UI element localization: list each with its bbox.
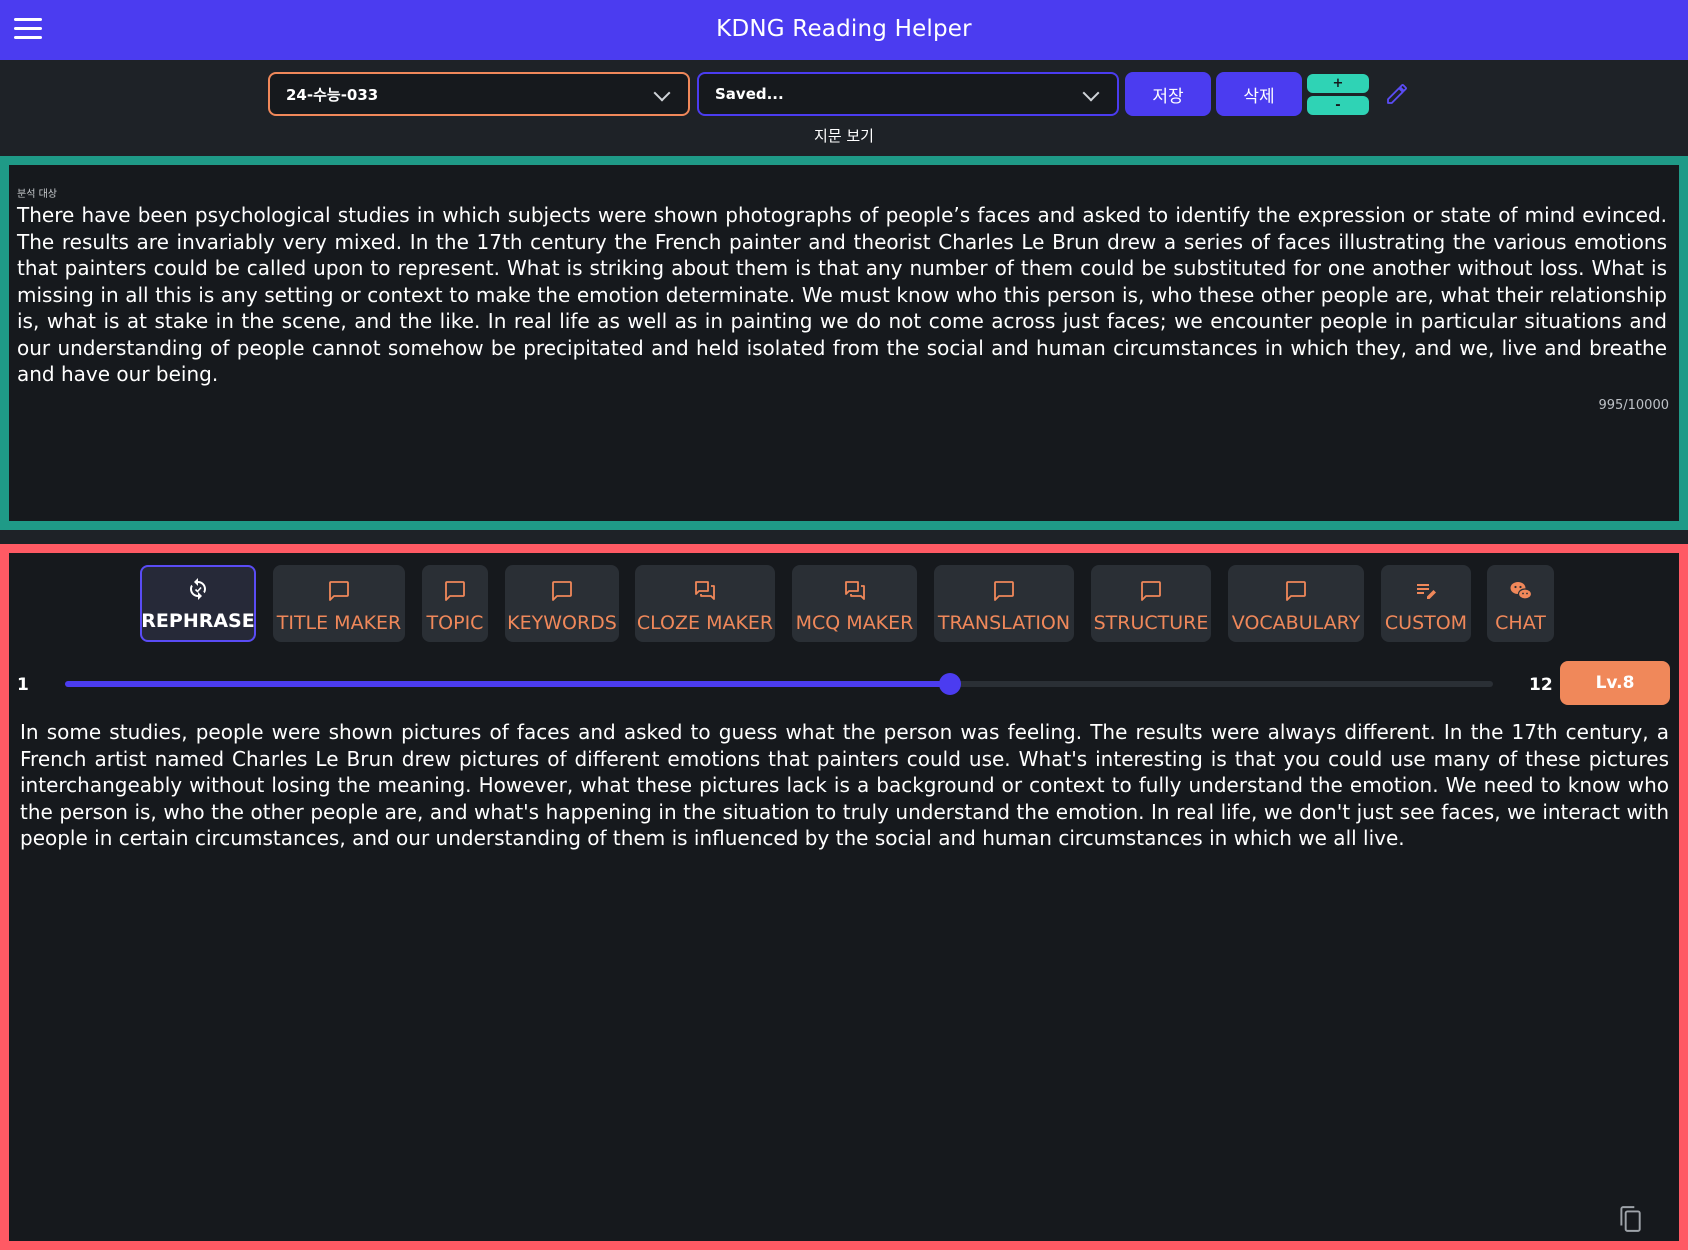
tab-keywords[interactable]: KEYWORDS: [505, 565, 619, 642]
tool-tabs: REPHRASE TITLE MAKER TOPIC KEYWORDS CLOZ…: [9, 553, 1679, 643]
tab-translation[interactable]: TRANSLATION: [934, 565, 1074, 642]
chat-bubble-icon: [1286, 581, 1306, 601]
save-button[interactable]: 저장: [1125, 72, 1211, 116]
level-slider[interactable]: [65, 673, 1493, 695]
forum-icon: [844, 581, 865, 600]
divider: [0, 530, 1688, 544]
tab-label: VOCABULARY: [1231, 612, 1361, 634]
level-badge: Lv.8: [1560, 661, 1670, 705]
tab-cloze-maker[interactable]: CLOZE MAKER: [635, 565, 775, 642]
tab-rephrase[interactable]: REPHRASE: [140, 565, 256, 642]
tab-label: CHAT: [1495, 612, 1546, 634]
passage-select-value: 24-수능-033: [286, 85, 379, 104]
tab-label: TITLE MAKER: [276, 612, 402, 634]
increase-button[interactable]: +: [1307, 74, 1369, 93]
chat-bubble-icon: [329, 581, 349, 601]
forum-icon: [695, 581, 715, 600]
char-count: 995/10000: [1598, 398, 1669, 413]
decrease-button[interactable]: -: [1307, 96, 1369, 115]
tab-label: CLOZE MAKER: [636, 612, 774, 634]
source-label: 분석 대상: [17, 189, 57, 200]
tab-label: STRUCTURE: [1093, 612, 1209, 634]
tab-structure[interactable]: STRUCTURE: [1091, 565, 1211, 642]
output-panel: REPHRASE TITLE MAKER TOPIC KEYWORDS CLOZ…: [0, 544, 1688, 1250]
source-textarea[interactable]: There have been psychological studies in…: [17, 202, 1667, 388]
tab-topic[interactable]: TOPIC: [422, 565, 488, 642]
edit-note-icon: [1417, 584, 1436, 599]
level-slider-thumb[interactable]: [939, 673, 962, 695]
delete-button[interactable]: 삭제: [1216, 72, 1302, 116]
tab-label: TRANSLATION: [937, 612, 1071, 634]
app-title: KDNG Reading Helper: [716, 16, 972, 42]
tab-label: KEYWORDS: [507, 612, 617, 634]
rephrase-sync-icon: [190, 578, 206, 600]
chat-bubble-icon: [1141, 581, 1161, 601]
saved-select-value: Saved...: [715, 85, 784, 103]
chat-bubble-icon: [445, 581, 465, 601]
wechat-icon: [1510, 582, 1532, 600]
tab-custom[interactable]: CUSTOM: [1381, 565, 1471, 642]
saved-select[interactable]: Saved...: [697, 72, 1119, 116]
pencil-icon[interactable]: [1385, 82, 1409, 106]
chevron-down-icon: [653, 84, 671, 102]
slider-min-label: 1: [17, 675, 29, 695]
app-bar: KDNG Reading Helper: [0, 0, 1688, 60]
tab-title-maker[interactable]: TITLE MAKER: [273, 565, 405, 642]
tab-label: REPHRASE: [141, 610, 255, 632]
copy-icon[interactable]: [1617, 1205, 1643, 1233]
view-passage-label[interactable]: 지문 보기: [0, 125, 1688, 146]
tab-label: TOPIC: [426, 612, 484, 634]
tab-chat[interactable]: CHAT: [1487, 565, 1554, 642]
slider-max-label: 12: [1529, 675, 1553, 695]
chat-bubble-icon: [994, 581, 1014, 601]
tab-label: CUSTOM: [1384, 612, 1468, 634]
chevron-down-icon: [1082, 84, 1100, 102]
output-text: In some studies, people were shown pictu…: [20, 720, 1669, 850]
passage-select[interactable]: 24-수능-033: [268, 72, 690, 116]
source-panel: 분석 대상 There have been psychological stud…: [0, 156, 1688, 530]
tab-mcq-maker[interactable]: MCQ MAKER: [792, 565, 917, 642]
tab-label: MCQ MAKER: [795, 612, 914, 634]
level-slider-fill: [65, 681, 951, 687]
chat-bubble-icon: [552, 581, 572, 601]
tab-vocabulary[interactable]: VOCABULARY: [1228, 565, 1364, 642]
